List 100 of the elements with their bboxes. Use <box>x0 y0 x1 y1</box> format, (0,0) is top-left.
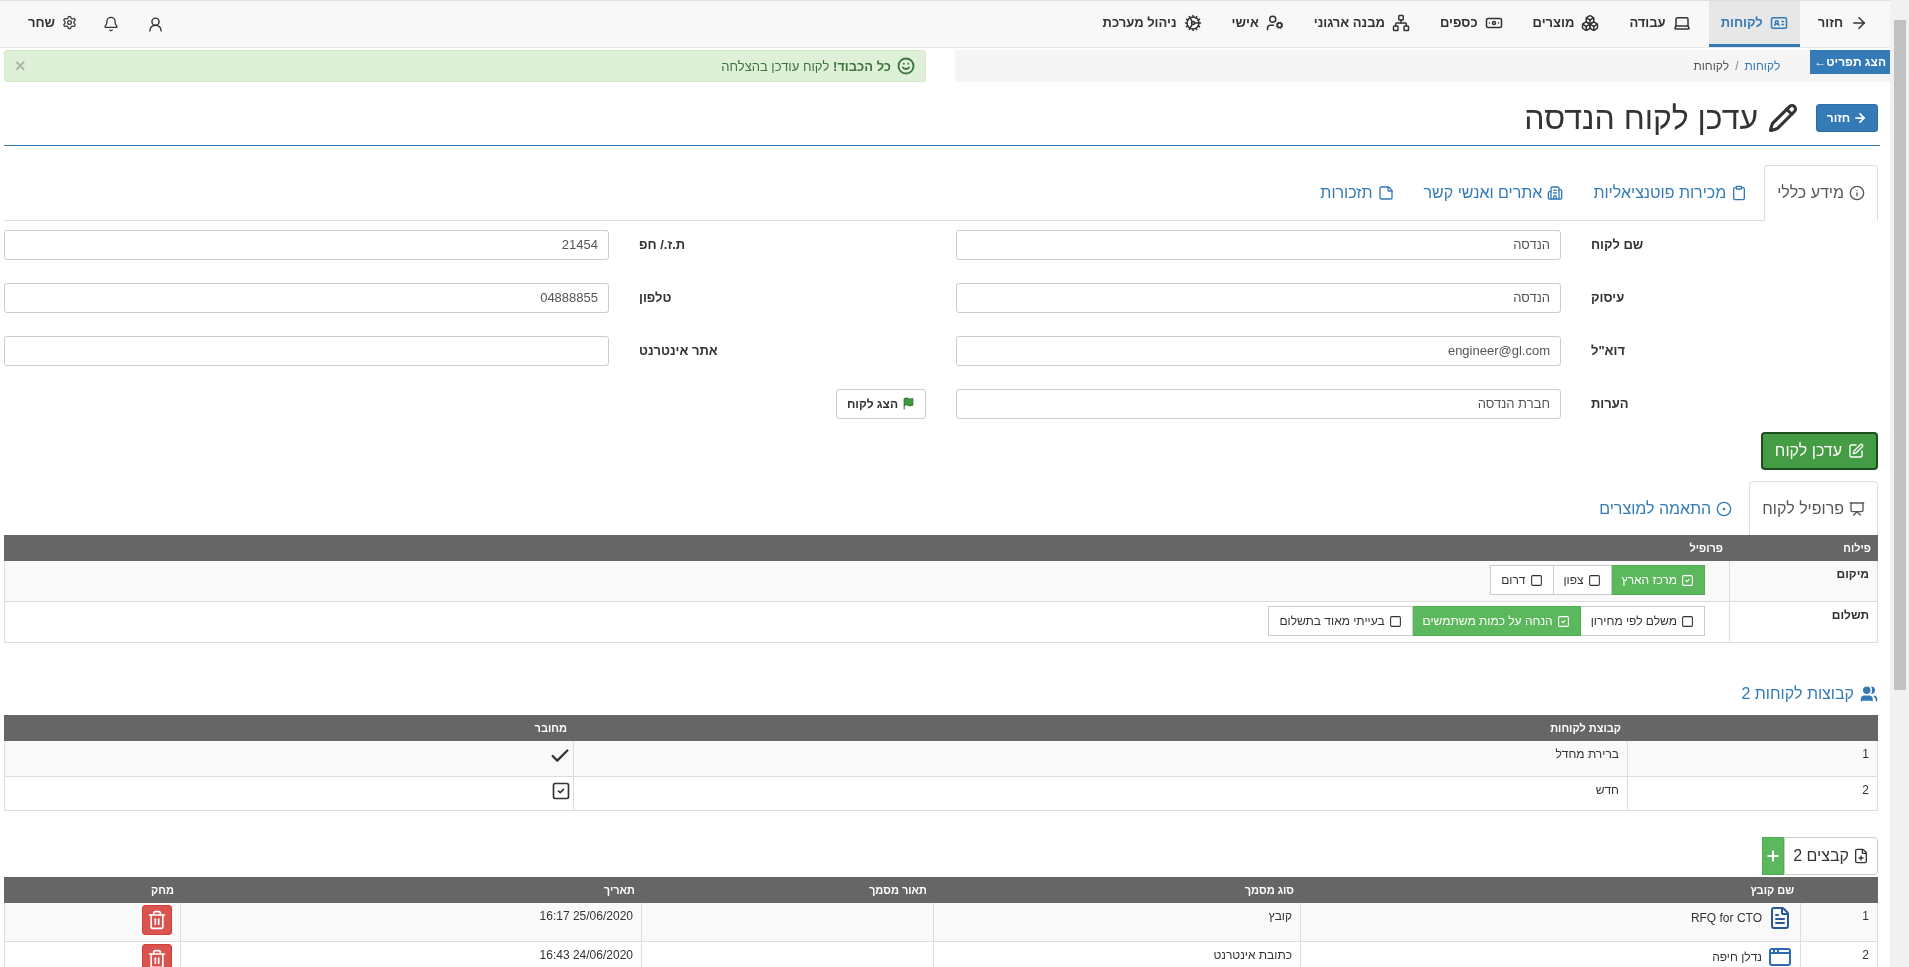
page-title: עדכן לקוח הנדסה <box>1524 99 1758 137</box>
nav-item[interactable]: ניהול מערכת <box>1090 1 1214 47</box>
files-button[interactable]: קבצים 2 <box>1784 837 1878 875</box>
row-number: 1 <box>1862 747 1869 761</box>
column-header: קבוצת לקוחות <box>573 715 1628 741</box>
table-cell: 24/06/2020 16:43 <box>539 948 633 962</box>
smile-icon <box>897 57 915 75</box>
checked-box-icon <box>551 781 571 801</box>
pencil-icon <box>1768 103 1798 133</box>
nav-item[interactable]: חזור <box>1805 1 1880 47</box>
checked-box-icon <box>1681 573 1694 587</box>
delete-button[interactable] <box>142 905 172 935</box>
input-field[interactable]: הנדסה <box>956 229 1561 260</box>
presentation-icon <box>1849 500 1865 517</box>
building-icon <box>1547 185 1564 201</box>
scrollbar[interactable] <box>1890 0 1909 967</box>
table-cell: חדש <box>1595 783 1619 797</box>
field-label: עיסוק <box>1590 290 1626 305</box>
show-customer-button[interactable]: הצג לקוח <box>835 388 926 419</box>
row-number: 1 <box>1862 909 1869 923</box>
alert-message: כל הכבוד! לקוח עודכן בהצלחה <box>721 58 891 74</box>
field-label: ת.ז./ חפ <box>638 237 687 252</box>
input-field[interactable]: חברת הנדסה <box>956 388 1561 419</box>
toggle-option[interactable]: צפון <box>1552 565 1612 595</box>
scrollbar-thumb[interactable] <box>1893 20 1906 690</box>
gears-icon <box>1183 13 1202 32</box>
back-button[interactable]: חזור <box>1816 104 1878 132</box>
tab[interactable]: אתרים ואנשי קשר <box>1410 165 1577 221</box>
browser-window-icon <box>1768 945 1792 967</box>
column-header: פרופיל <box>4 535 1730 561</box>
tab[interactable]: פרופיל לקוח <box>1749 481 1878 536</box>
nav-item[interactable]: כספים <box>1427 1 1515 47</box>
document-icon <box>1768 906 1792 930</box>
edit-icon <box>1848 443 1864 459</box>
checked-box-icon <box>1556 614 1570 628</box>
field-label: שם לקוח <box>1590 237 1645 252</box>
row-number: 2 <box>1862 948 1869 962</box>
flag-icon <box>902 397 915 410</box>
breadcrumb-separator: / <box>1735 59 1739 73</box>
column-header: פילוח <box>1729 535 1878 561</box>
table-cell: ברירת מחדל <box>1555 747 1619 761</box>
note-icon <box>1377 185 1394 201</box>
toggle-option[interactable]: בעייתי מאוד בתשלום <box>1268 606 1413 636</box>
column-header: שם קובץ <box>1300 877 1801 903</box>
field-label: הערות <box>1590 396 1630 411</box>
table-cell: כתובת אינטרנט <box>1213 948 1292 962</box>
checkbox-icon <box>1587 573 1601 587</box>
checkbox-icon <box>1681 614 1694 628</box>
info-icon <box>1849 185 1865 201</box>
arrow-icon <box>1853 111 1868 125</box>
trash-icon <box>147 910 167 930</box>
boxes-icon <box>1581 13 1600 32</box>
row-number: 2 <box>1862 783 1869 797</box>
file-name: נדלן חיפה <box>1712 950 1762 964</box>
toggle-option[interactable]: דרום <box>1490 565 1554 595</box>
nav-item[interactable]: אישי <box>1219 1 1296 47</box>
file-name: RFQ for CTO <box>1690 911 1762 925</box>
checkbox-icon <box>1388 614 1402 628</box>
users-icon <box>1860 685 1878 703</box>
nav-item[interactable]: מבנה ארגוני <box>1301 1 1422 47</box>
trash-icon <box>147 949 167 967</box>
tab[interactable]: מכירות פוטנציאליות <box>1580 165 1761 221</box>
nav-item[interactable]: מוצרים <box>1520 1 1612 47</box>
toggle-option[interactable]: משלם לפי מחירון <box>1579 606 1705 636</box>
column-header: מחק <box>4 877 181 903</box>
input-field[interactable]: הנדסה <box>956 282 1561 313</box>
delete-button[interactable] <box>142 944 172 967</box>
input-field[interactable]: 21454 <box>4 229 609 260</box>
file-plus-icon <box>1853 848 1869 864</box>
column-header: מחובר <box>4 715 574 741</box>
field-label: אתר אינטרנט <box>638 343 719 358</box>
menu-toggle-button[interactable]: הצג תפריט← <box>1810 50 1890 74</box>
tab[interactable]: התאמה למוצרים <box>1586 481 1746 536</box>
tab[interactable]: תזכורות <box>1307 165 1407 221</box>
section-link[interactable]: קבוצות לקוחות 2 <box>1741 685 1878 703</box>
breadcrumb-current: לקוחות <box>1693 59 1730 73</box>
field-label: דוא"ל <box>1590 343 1626 358</box>
nav-item[interactable]: עבודה <box>1617 1 1703 47</box>
settings-icon <box>62 15 78 30</box>
sitemap-icon <box>1391 13 1410 32</box>
table-cell: קובץ <box>1268 909 1292 923</box>
input-field[interactable]: engineer@gl.com <box>956 335 1561 366</box>
user-menu[interactable]: שחר <box>16 1 90 47</box>
breadcrumb-link[interactable]: לקוחות <box>1744 59 1781 73</box>
clipboard-icon <box>1731 185 1748 201</box>
segment-label: מיקום <box>1836 567 1869 581</box>
input-field[interactable]: 04888855 <box>4 282 609 313</box>
input-field[interactable] <box>4 335 609 366</box>
user-gear-icon <box>1265 13 1284 32</box>
column-header: תאריך <box>180 877 642 903</box>
add-button[interactable] <box>1762 837 1785 875</box>
nav-item[interactable]: לקוחות <box>1708 1 1800 47</box>
field-label: טלפון <box>638 290 673 305</box>
column-header: תאור מסמך <box>641 877 934 903</box>
target-icon <box>1716 500 1733 517</box>
column-header: סוג מסמך <box>933 877 1301 903</box>
table-cell: 25/06/2020 16:17 <box>539 909 633 923</box>
tab[interactable]: מידע כללי <box>1764 165 1878 221</box>
segment-label: תשלום <box>1831 608 1869 622</box>
checkbox-icon <box>1529 573 1543 587</box>
